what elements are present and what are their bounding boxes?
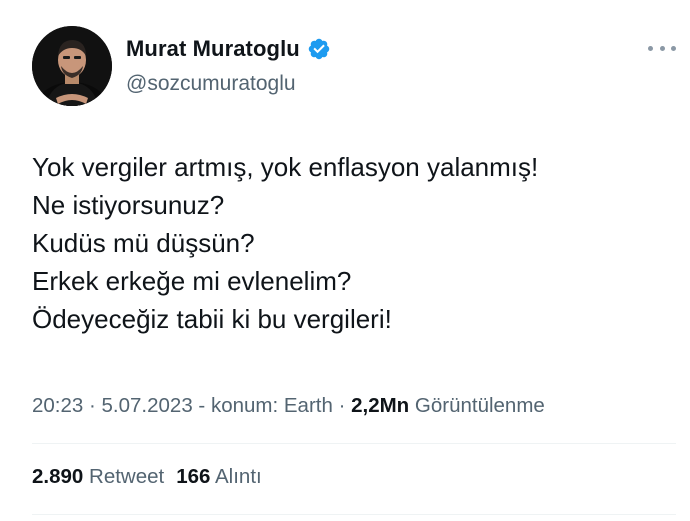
more-dot [659, 45, 665, 51]
divider [32, 443, 676, 444]
more-dot [648, 45, 653, 51]
author-handle[interactable]: @sozcumuratoglu [126, 72, 296, 96]
tweet-line: Kudüs mü düşsün? [32, 228, 255, 258]
meta-separator: · [332, 394, 352, 417]
divider [32, 514, 676, 515]
avatar[interactable] [32, 26, 112, 106]
tweet-date[interactable]: 5.07.2023 [102, 394, 193, 417]
meta-separator: · [83, 394, 102, 417]
tweet-line: Ödeyeceğiz tabii ki bu vergileri! [32, 304, 392, 334]
tweet-line: Erkek erkeğe mi evlenelim? [32, 266, 352, 296]
quotes-stat[interactable]: 166 Alıntı [176, 465, 262, 488]
tweet-time[interactable]: 20:23 [32, 394, 83, 417]
retweets-label: Retweet [83, 465, 165, 488]
quotes-label: Alıntı [210, 465, 262, 488]
quotes-count: 166 [176, 465, 211, 488]
views-label: Görüntülenme [409, 394, 545, 417]
tweet-line: Ne istiyorsunuz? [32, 190, 225, 220]
retweets-count: 2.890 [32, 465, 84, 488]
views-count[interactable]: 2,2Mn [351, 394, 409, 417]
tweet-location: - konum: Earth [192, 394, 333, 417]
more-dot [671, 45, 676, 51]
author-name-row: Murat Muratoglu [126, 36, 331, 62]
verified-badge-icon[interactable] [307, 37, 331, 61]
tweet-meta: 20:23 · 5.07.2023 - konum: Earth · 2,2Mn… [32, 394, 545, 418]
retweets-stat[interactable]: 2.890 Retweet [32, 465, 164, 488]
tweet-line: Yok vergiler artmış, yok enflasyon yalan… [32, 152, 539, 182]
tweet-card: Murat Muratoglu @sozcumuratoglu Yok verg… [0, 0, 690, 521]
tweet-text: Yok vergiler artmış, yok enflasyon yalan… [32, 148, 672, 338]
avatar-image [32, 26, 112, 106]
more-horizontal-icon[interactable] [648, 38, 676, 58]
tweet-stats: 2.890 Retweet 166 Alıntı [32, 465, 262, 489]
author-display-name[interactable]: Murat Muratoglu [126, 36, 300, 62]
